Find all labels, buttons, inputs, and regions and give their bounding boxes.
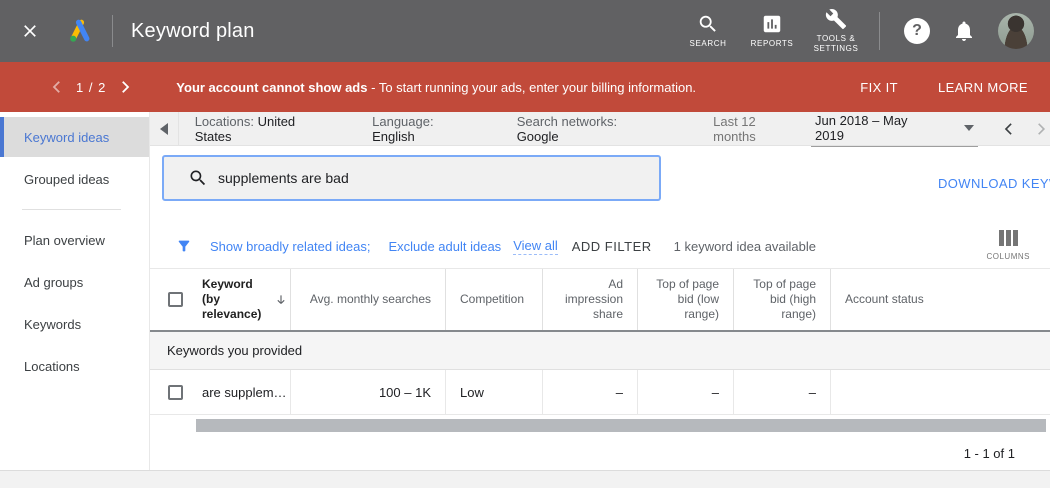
filter-bar: Show broadly related ideas; Exclude adul… — [150, 224, 1050, 268]
footer-strip — [0, 470, 1050, 488]
sidebar-item-locations[interactable]: Locations — [0, 346, 149, 386]
reports-nav-label: REPORTS — [751, 39, 794, 49]
notifications-bell-icon[interactable] — [952, 19, 976, 43]
sidebar: Keyword ideas Grouped ideas Plan overvie… — [0, 112, 150, 470]
date-prev-icon[interactable] — [1000, 120, 1018, 138]
tools-settings-nav-label: TOOLS &SETTINGS — [814, 34, 859, 54]
header-top-bid-high[interactable]: Top of page bid (high range) — [733, 269, 830, 330]
topbar-actions: SEARCH REPORTS TOOLS &SETTINGS ? — [675, 8, 1050, 54]
keyword-search-input[interactable] — [218, 170, 659, 186]
reports-icon — [761, 13, 783, 35]
topbar-divider — [879, 12, 880, 50]
google-ads-logo — [64, 17, 96, 45]
help-button[interactable]: ? — [904, 18, 930, 44]
tools-settings-nav-button[interactable]: TOOLS &SETTINGS — [805, 8, 867, 54]
keyword-idea-count: 1 keyword idea available — [674, 239, 816, 254]
wrench-icon — [825, 8, 847, 30]
sidebar-item-keywords[interactable]: Keywords — [0, 304, 149, 344]
search-nav-label: SEARCH — [690, 39, 727, 49]
search-icon — [697, 13, 719, 35]
top-app-bar: Keyword plan SEARCH REPORTS TOOLS &SETTI… — [0, 0, 1050, 62]
header-competition[interactable]: Competition — [445, 269, 542, 330]
back-button[interactable] — [150, 112, 178, 146]
banner-next-icon[interactable] — [116, 78, 134, 96]
exclude-adult-ideas-link[interactable]: Exclude adult ideas — [388, 239, 501, 254]
locations-setting[interactable]: Locations: United States — [195, 114, 334, 144]
sidebar-divider — [22, 209, 121, 210]
row-checkbox[interactable] — [168, 385, 183, 400]
table-row[interactable]: are supplem… 100 – 1K Low – – – — [150, 370, 1050, 415]
search-networks-setting[interactable]: Search networks: Google — [517, 114, 661, 144]
columns-icon — [999, 230, 1018, 246]
help-icon: ? — [912, 22, 922, 40]
columns-label: COLUMNS — [986, 252, 1030, 261]
chevron-down-icon — [964, 125, 974, 131]
select-all-checkbox[interactable] — [168, 292, 183, 307]
sidebar-item-plan-overview[interactable]: Plan overview — [0, 220, 149, 260]
cell-ad-impression-share: – — [542, 370, 637, 414]
view-all-link[interactable]: View all — [513, 238, 558, 255]
header-top-bid-low[interactable]: Top of page bid (low range) — [637, 269, 733, 330]
account-avatar[interactable] — [998, 13, 1034, 49]
date-next-icon[interactable] — [1032, 120, 1050, 138]
back-arrow-icon — [160, 123, 168, 135]
date-range-select[interactable]: Jun 2018 – May 2019 — [811, 112, 978, 147]
cell-top-bid-high: – — [733, 370, 830, 414]
learn-more-button[interactable]: LEARN MORE — [938, 80, 1028, 95]
topbar-divider — [112, 15, 113, 47]
page-title: Keyword plan — [131, 20, 255, 43]
cell-top-bid-low: – — [637, 370, 733, 414]
keyword-search-box — [162, 155, 661, 201]
banner-page-indicator: 1 / 2 — [76, 80, 106, 95]
header-ad-impression-share[interactable]: Ad impression share — [542, 269, 637, 330]
table-header-row: Keyword (by relevance) Avg. monthly sear… — [150, 268, 1050, 332]
cell-account-status — [830, 370, 1050, 414]
header-account-status[interactable]: Account status — [830, 269, 1050, 330]
columns-button[interactable]: COLUMNS — [986, 230, 1030, 261]
sort-descending-icon — [274, 293, 288, 307]
sidebar-item-grouped-ideas[interactable]: Grouped ideas — [0, 159, 149, 199]
toolbar-separator — [178, 112, 179, 146]
cell-competition: Low — [445, 370, 542, 414]
banner-prev-icon[interactable] — [48, 78, 66, 96]
billing-warning-banner: 1 / 2 Your account cannot show ads - To … — [0, 62, 1050, 112]
main-content: Locations: United States Language: Engli… — [150, 112, 1050, 470]
keywords-you-provided-section: Keywords you provided — [150, 332, 1050, 370]
reports-nav-button[interactable]: REPORTS — [741, 13, 803, 49]
header-avg-monthly-searches[interactable]: Avg. monthly searches — [290, 269, 445, 330]
filter-funnel-icon[interactable] — [176, 238, 192, 254]
sidebar-item-ad-groups[interactable]: Ad groups — [0, 262, 149, 302]
horizontal-scrollbar[interactable] — [196, 419, 1046, 432]
download-keywords-link[interactable]: DOWNLOAD KEYW — [938, 176, 1050, 191]
header-keyword[interactable]: Keyword (by relevance) — [150, 269, 290, 330]
language-setting[interactable]: Language: English — [372, 114, 479, 144]
keyword-search-section: DOWNLOAD KEYW — [150, 146, 1050, 224]
cell-avg-monthly-searches: 100 – 1K — [290, 370, 445, 414]
cell-keyword: are supplem… — [150, 370, 290, 414]
broadly-related-ideas-link[interactable]: Show broadly related ideas; — [210, 239, 370, 254]
banner-message: Your account cannot show ads - To start … — [176, 80, 696, 95]
fix-it-button[interactable]: FIX IT — [860, 80, 898, 95]
pagination-range: 1 - 1 of 1 — [964, 446, 1015, 461]
targeting-toolbar: Locations: United States Language: Engli… — [150, 112, 1050, 146]
pagination: 1 - 1 of 1 — [150, 434, 1050, 470]
horizontal-scrollbar-track — [150, 417, 1050, 434]
search-icon — [188, 168, 208, 188]
banner-actions: FIX IT LEARN MORE — [820, 80, 1050, 95]
add-filter-button[interactable]: ADD FILTER — [572, 239, 652, 254]
search-nav-button[interactable]: SEARCH — [677, 13, 739, 49]
sidebar-item-keyword-ideas[interactable]: Keyword ideas — [0, 117, 149, 157]
close-icon[interactable] — [20, 21, 40, 41]
date-preset-label: Last 12 months — [713, 114, 801, 144]
